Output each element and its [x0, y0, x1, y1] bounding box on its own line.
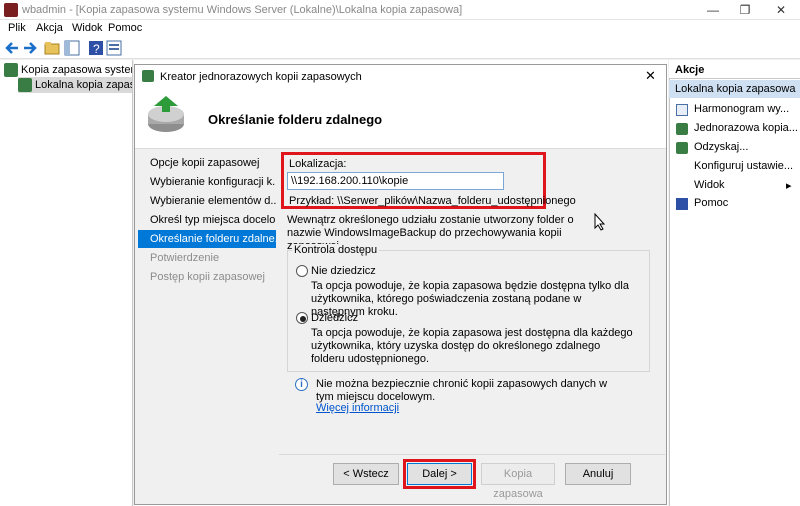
- actions-section-title[interactable]: Lokalna kopia zapasowa: [669, 80, 800, 98]
- dialog-close-icon[interactable]: ✕: [645, 68, 656, 84]
- dialog-heading: Określanie folderu zdalnego: [208, 112, 383, 127]
- warning-text: Nie można bezpiecznie chronić kopii zapa…: [316, 378, 608, 403]
- actions-header: Akcje: [669, 60, 800, 79]
- calendar-icon: [676, 104, 688, 116]
- option2-label[interactable]: Dziedzicz: [311, 312, 358, 324]
- option1-description: Ta opcja powoduje, że kopia zapasowa będ…: [311, 280, 629, 318]
- step-opcje[interactable]: Opcje kopii zapasowej: [138, 154, 276, 172]
- action-harmonogram[interactable]: Harmonogram wy...: [694, 100, 798, 119]
- step-wybieranie-konfiguracji[interactable]: Wybieranie konfiguracji k...: [138, 173, 276, 191]
- option1-label[interactable]: Nie dziedzicz: [311, 265, 376, 277]
- maximize-icon[interactable]: ❐: [728, 0, 762, 20]
- action-konfiguruj[interactable]: Konfiguruj ustawie...: [694, 157, 798, 176]
- back-button[interactable]: < Wstecz: [333, 463, 399, 485]
- backup-button: Kopia zapasowa: [481, 463, 555, 500]
- properties-icon[interactable]: [106, 40, 122, 56]
- access-control-title: Kontrola dostępu: [292, 244, 380, 256]
- tree-item-root[interactable]: Kopia zapasowa systemu Windows Server (L…: [4, 62, 132, 78]
- help-icon: [676, 198, 688, 210]
- forward-arrow-icon[interactable]: [22, 40, 38, 56]
- console-tree: [0, 60, 133, 506]
- next-button[interactable]: Dalej >: [407, 463, 472, 485]
- radio-dziedzicz[interactable]: [296, 312, 308, 324]
- step-wybieranie-elementow[interactable]: Wybieranie elementów d...: [138, 192, 276, 210]
- up-folder-icon[interactable]: [44, 40, 60, 56]
- menu-plik[interactable]: Plik: [8, 22, 26, 34]
- backup-icon: [676, 123, 688, 135]
- step-postep: Postęp kopii zapasowej: [150, 271, 265, 283]
- option2-description: Ta opcja powoduje, że kopia zapasowa jes…: [311, 327, 633, 365]
- recover-icon: [676, 142, 688, 154]
- location-label: Lokalizacja:: [289, 158, 347, 170]
- action-pomoc[interactable]: Pomoc: [694, 194, 798, 213]
- step-folder-zdalny[interactable]: Określanie folderu zdalne...: [138, 230, 276, 248]
- help-toolbar-icon[interactable]: ?: [88, 40, 104, 56]
- show-hide-tree-icon[interactable]: [64, 40, 80, 56]
- tree-root-label: Kopia zapasowa systemu Windows Server (L…: [21, 64, 132, 76]
- example-text: Przykład: \\Serwer_plików\Nazwa_folderu_…: [289, 195, 576, 207]
- tree-child-label: Lokalna kopia zapasowa: [35, 79, 132, 91]
- minimize-icon[interactable]: —: [696, 0, 730, 20]
- back-arrow-icon[interactable]: [4, 40, 20, 56]
- menu-widok[interactable]: Widok: [72, 22, 103, 34]
- tree-item-local-backup[interactable]: Lokalna kopia zapasowa: [18, 77, 132, 93]
- location-input[interactable]: [287, 172, 504, 190]
- close-icon[interactable]: ✕: [764, 0, 798, 20]
- wizard-title-icon: [142, 70, 154, 82]
- cancel-button[interactable]: Anuluj: [565, 463, 631, 485]
- window-titlebar: wbadmin - [Kopia zapasowa systemu Window…: [0, 0, 800, 20]
- radio-nie-dziedzicz[interactable]: [296, 265, 308, 277]
- backup-disk-icon: [146, 94, 188, 136]
- local-backup-icon: [18, 78, 32, 92]
- action-widok[interactable]: Widok: [694, 176, 774, 195]
- step-potwierdzenie: Potwierdzenie: [150, 252, 220, 264]
- action-jednorazowa[interactable]: Jednorazowa kopia...: [694, 119, 798, 138]
- info-icon: i: [295, 378, 308, 391]
- button-separator: [279, 454, 665, 455]
- submenu-arrow-icon: ▸: [786, 180, 792, 192]
- menu-pomoc[interactable]: Pomoc: [108, 22, 142, 34]
- wbadmin-app-icon: [4, 3, 18, 17]
- more-info-link[interactable]: Więcej informacji: [316, 402, 399, 414]
- dialog-title: Kreator jednorazowych kopii zapasowych: [160, 71, 362, 83]
- backup-server-icon: [4, 63, 18, 77]
- svg-text:?: ?: [93, 42, 100, 56]
- mouse-cursor-icon: [594, 212, 606, 231]
- menu-akcja[interactable]: Akcja: [36, 22, 63, 34]
- action-odzyskaj[interactable]: Odzyskaj...: [694, 138, 798, 157]
- window-title: wbadmin - [Kopia zapasowa systemu Window…: [22, 4, 463, 16]
- step-typ-miejsca[interactable]: Określ typ miejsca docelo...: [138, 211, 276, 229]
